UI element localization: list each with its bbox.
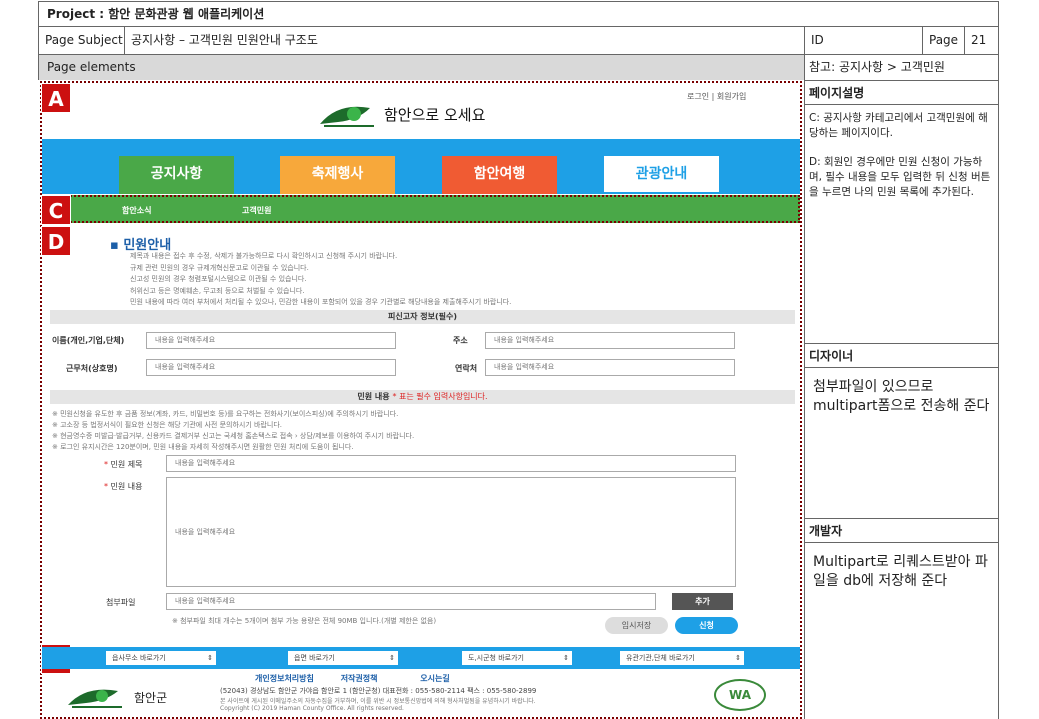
name-label: 이름(개인,기업,단체): [52, 336, 125, 345]
complaint-title-input[interactable]: 내용을 입력해주세요: [166, 455, 736, 472]
developer-panel: 개발자 Multipart로 리퀘스트받아 파일을 db에 저장해 준다: [804, 518, 999, 719]
contact-input[interactable]: 내용을 입력해주세요: [485, 359, 735, 376]
address-input[interactable]: 내용을 입력해주세요: [485, 332, 735, 349]
main-nav: 공지사항 축제행사 함안여행 관광안내: [42, 139, 800, 194]
designer-panel: 디자이너 첨부파일이 있으므로 multipart폼으로 전송해 준다: [804, 343, 999, 518]
notice-list: 제목과 내용은 접수 후 수정, 삭제가 불가능하므로 다시 확인하시고 신청해…: [130, 251, 511, 309]
contact-label: 연락처: [455, 364, 478, 373]
dev-note: Multipart로 리퀘스트받아 파일을 db에 저장해 준다: [813, 554, 988, 589]
notice-item: 규제 관련 민원의 경우 규제개혁신문고로 이관될 수 있습니다.: [130, 263, 309, 272]
designer-note: 첨부파일이 있으므로 multipart폼으로 전송해 준다: [813, 379, 990, 414]
menu-tour[interactable]: 관광안내: [604, 156, 719, 192]
attach-note: ※ 첨부파일 최대 개수는 5개이며 첨부 가능 용량은 전체 90MB 입니다…: [172, 617, 437, 625]
dev-title: 개발자: [805, 519, 998, 543]
signup-link[interactable]: 회원가입: [717, 92, 746, 101]
logo-text: 함안으로 오세요: [384, 106, 486, 124]
footer-bar: 읍사무소 바로가기 ⇕ 읍면 바로가기 ⇕ 도,시군청 바로가기 ⇕ 유관기관,단체 …: [42, 647, 800, 669]
applicant-header: 피신고자 정보(필수): [50, 310, 795, 324]
footer-select[interactable]: 도,시군청 바로가기 ⇕: [462, 651, 572, 665]
footer-links: 개인정보처리방침 저작권정책 오시는길: [255, 673, 450, 684]
page-number: 21: [971, 33, 987, 47]
notice-item: 민원 내용에 따라 여러 부처에서 처리될 수 있으나, 민감한 내용이 포함되…: [130, 298, 512, 306]
footer-link-directions[interactable]: 오시는길: [420, 674, 449, 683]
temp-save-button[interactable]: 임시저장: [605, 617, 668, 634]
footer-link-copyright[interactable]: 저작권정책: [341, 674, 378, 683]
reference: 참고: 공지사항 > 고객민원: [804, 55, 999, 80]
attach-input[interactable]: 내용을 입력해주세요: [166, 593, 656, 610]
notice-item: 허위신고 등은 명예훼손, 무고죄 등으로 처벌될 수 있습니다.: [130, 286, 305, 295]
updown-icon: ⇕: [207, 654, 213, 662]
footer-notice: 본 사이트에 게시된 이메일주소의 자동수집을 거부하며, 이를 위반 시 정보…: [220, 698, 536, 705]
site-logo[interactable]: 함안으로 오세요: [318, 100, 528, 130]
submit-button[interactable]: 신청: [675, 617, 738, 634]
desc-c: C: 공지사항 카테고리에서 고객민원에 해당하는 페이지이다.: [809, 112, 988, 139]
notice-item: 제목과 내용은 접수 후 수정, 삭제가 불가능하므로 다시 확인하시고 신청해…: [130, 252, 398, 260]
content-note: ※ 현금영수증 미발급·발급거부, 신용카드 결제거부 신고는 국세청 홈손택스…: [52, 432, 415, 440]
logo-leaf-icon: [320, 106, 374, 127]
content-note: ※ 민원신청을 유도한 후 금품 정보(계좌, 카드, 비밀번호 등)를 요구하…: [52, 410, 399, 418]
updown-icon: ⇕: [735, 654, 741, 662]
desc-d: D: 회원인 경우에만 민원 신청이 가능하며, 필수 내용을 모두 입력한 뒤…: [809, 156, 991, 198]
sub-nav: 함안소식 고객민원: [42, 195, 800, 223]
submenu-complaint[interactable]: 고객민원: [242, 205, 271, 216]
project-title: Project : 함안 문화관광 웹 애플리케이션: [38, 1, 999, 27]
subject-row: Page Subject 공지사항 – 고객민원 민원안내 구조도 ID Pag…: [38, 27, 999, 55]
footer-address: (52043) 경상남도 함안군 가야읍 함안로 1 (함안군청) 대표전화 :…: [220, 687, 537, 695]
complaint-body-textarea[interactable]: 내용을 입력해주세요: [166, 477, 736, 587]
footer-select[interactable]: 읍면 바로가기 ⇕: [288, 651, 398, 665]
label-c: C: [41, 195, 71, 225]
login-link[interactable]: 로그인: [687, 92, 709, 101]
content-notes: ※ 민원신청을 유도한 후 금품 정보(계좌, 카드, 비밀번호 등)를 요구하…: [52, 409, 414, 453]
designer-title: 디자이너: [805, 344, 998, 368]
attach-add-button[interactable]: 추가: [672, 593, 733, 610]
address-label: 주소: [453, 336, 468, 345]
updown-icon: ⇕: [389, 654, 395, 662]
attach-label: 첨부파일: [106, 598, 136, 607]
workplace-input[interactable]: 내용을 입력해주세요: [146, 359, 396, 376]
notice-item: 신고성 민원의 경우 청렴포털시스템으로 이관될 수 있습니다.: [130, 275, 307, 283]
complaint-body-label: * 민원 내용: [104, 482, 143, 491]
name-input[interactable]: 내용을 입력해주세요: [146, 332, 396, 349]
label-d: D: [41, 226, 71, 256]
menu-festival[interactable]: 축제행사: [280, 156, 395, 194]
id-label: ID: [805, 27, 923, 54]
content-header: 민원 내용 * 표는 필수 입력사항입니다.: [50, 390, 795, 404]
logo-leaf-icon: [68, 689, 122, 708]
description-panel: 페이지설명 C: 공지사항 카테고리에서 고객민원에 해당하는 페이지이다. D…: [804, 80, 999, 343]
content-note: ※ 로그인 유지시간은 120분이며, 민원 내용을 자세히 작성해주시면 원활…: [52, 443, 354, 451]
footer-select[interactable]: 읍사무소 바로가기 ⇕: [106, 651, 216, 665]
footer-copyright: Copyright (C) 2019 Haman County Office. …: [220, 705, 404, 712]
updown-icon: ⇕: [563, 654, 569, 662]
menu-travel[interactable]: 함안여행: [442, 156, 557, 194]
page-label: Page: [923, 27, 965, 54]
content-note: ※ 고소장 등 법정서식이 필요한 신청은 해당 기관에 사전 문의하시기 바랍…: [52, 421, 282, 429]
desc-title: 페이지설명: [805, 81, 998, 105]
footer-link-privacy[interactable]: 개인정보처리방침: [255, 674, 314, 683]
wa-badge-icon: WA: [714, 679, 766, 711]
page-subject-label: Page Subject: [39, 27, 125, 54]
footer-logo: 함안군: [66, 683, 191, 711]
submenu-news[interactable]: 함안소식: [122, 205, 151, 216]
menu-notice[interactable]: 공지사항: [119, 156, 234, 194]
workplace-label: 근무처(상호명): [66, 364, 118, 373]
top-links: 로그인 | 회원가입: [687, 92, 747, 101]
complaint-title-label: * 민원 제목: [104, 460, 143, 469]
page-subject: 공지사항 – 고객민원 민원안내 구조도: [125, 27, 805, 54]
page-elements-label: Page elements: [38, 55, 804, 80]
label-a: A: [41, 83, 71, 113]
footer-select[interactable]: 유관기관,단체 바로가기 ⇕: [620, 651, 744, 665]
